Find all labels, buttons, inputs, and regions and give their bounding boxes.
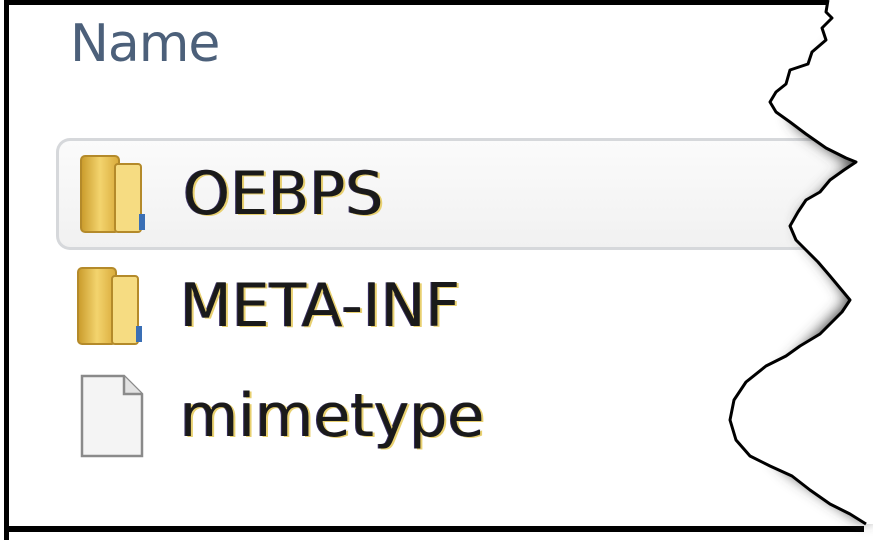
torn-edge-decoration bbox=[728, 0, 873, 526]
file-list-panel: Name OEBPS META-INF mimetype bbox=[0, 0, 873, 540]
